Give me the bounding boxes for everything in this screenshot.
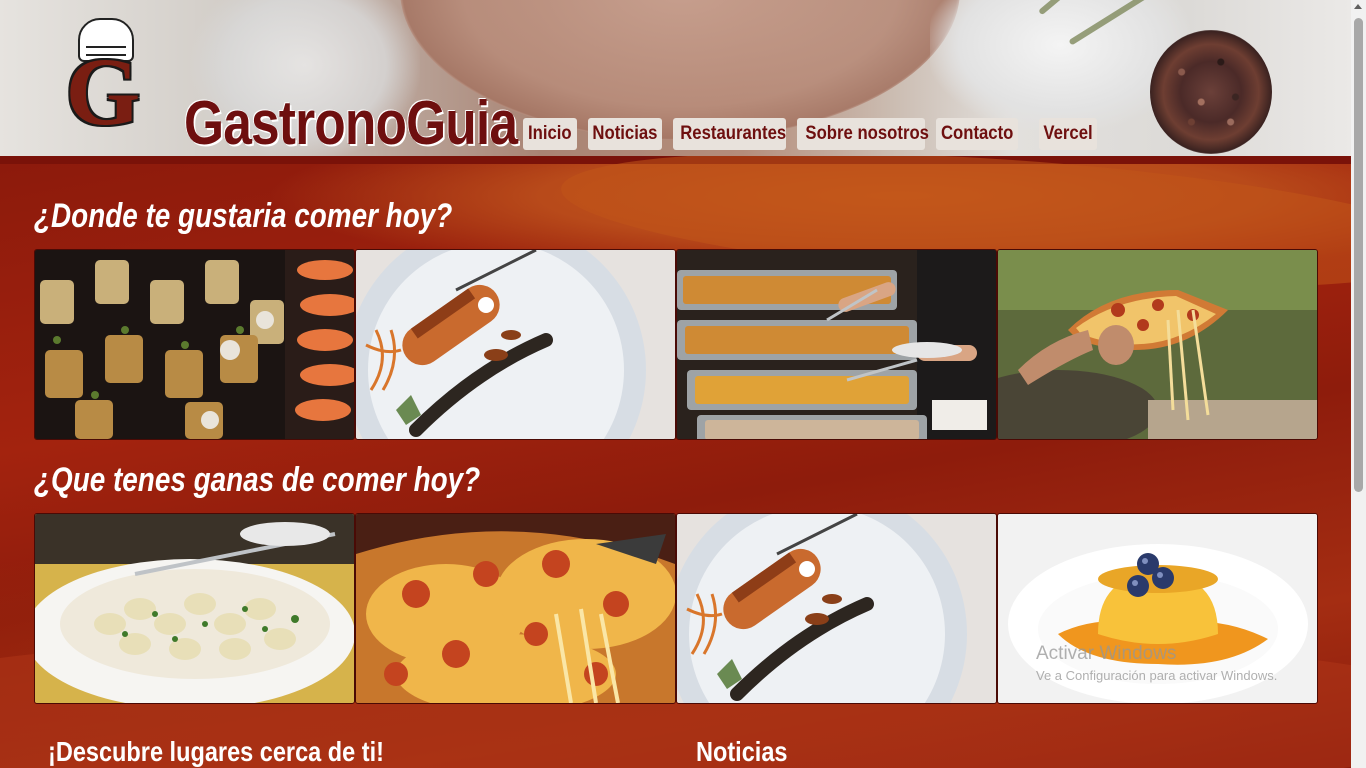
site-logo[interactable]: G [58,18,148,140]
news-title: Noticias [696,736,788,767]
gourmet-plate-photo-2[interactable] [676,513,997,704]
nav-item-contacto[interactable]: Contacto [936,118,1018,150]
discover-title: ¡Descubre lugares cerca de ti! [48,736,384,767]
header-cloth-decoration-right [930,0,1190,130]
nav-item-restaurantes[interactable]: Restaurantes [673,118,786,150]
where-section-title: ¿Donde te gustaria comer hoy? [34,197,453,235]
nav-item-sobre-nosotros[interactable]: Sobre nosotros [797,118,929,150]
gourmet-plate-photo[interactable] [355,249,676,440]
watermark-line-1: Activar Windows [1036,643,1177,664]
scroll-up-arrow-icon[interactable] [1354,4,1362,9]
pepper-bowl-decoration [1150,30,1272,154]
brand-title[interactable]: GastronoGuia [184,80,518,156]
vertical-scrollbar[interactable] [1351,0,1366,768]
gnocchi-cream-photo[interactable] [34,513,355,704]
what-section-title: ¿Que tenes ganas de comer hoy? [34,461,481,499]
windows-activation-watermark: Activar Windows Ve a Configuración para … [1036,642,1277,686]
site-header: G GastronoGuia Inicio Noticias Restauran… [0,0,1351,156]
nav-item-vercel[interactable]: Vercel [1039,118,1097,150]
nav-item-inicio[interactable]: Inicio [523,118,577,150]
salmon-canapes-photo[interactable] [34,249,355,440]
logo-letter: G [65,38,141,145]
cheesy-pizza-photo[interactable] [355,513,676,704]
buffet-trays-photo[interactable] [676,249,997,440]
nav-item-noticias[interactable]: Noticias [588,118,662,150]
watermark-line-2: Ve a Configuración para activar Windows. [1036,668,1278,683]
scrollbar-thumb[interactable] [1354,18,1363,492]
main-content: ¿Donde te gustaria comer hoy? ¿Que tenes… [0,156,1351,768]
pizza-slice-photo[interactable] [997,249,1318,440]
where-gallery [34,249,1318,440]
